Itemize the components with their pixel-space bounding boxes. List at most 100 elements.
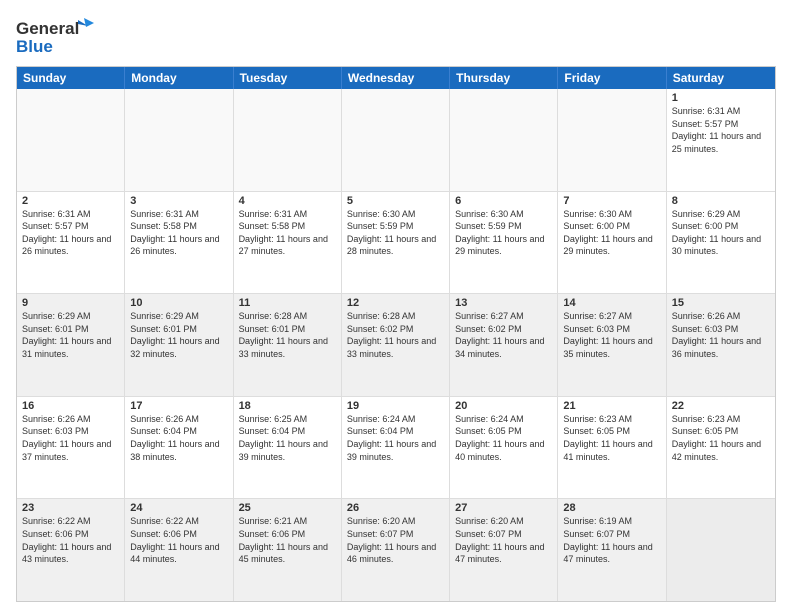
calendar-cell	[234, 89, 342, 191]
cell-daylight-text: Sunrise: 6:28 AM Sunset: 6:01 PM Dayligh…	[239, 310, 336, 360]
calendar-cell	[342, 89, 450, 191]
calendar-cell: 9Sunrise: 6:29 AM Sunset: 6:01 PM Daylig…	[17, 294, 125, 396]
calendar-cell: 1Sunrise: 6:31 AM Sunset: 5:57 PM Daylig…	[667, 89, 775, 191]
calendar-cell: 4Sunrise: 6:31 AM Sunset: 5:58 PM Daylig…	[234, 192, 342, 294]
day-number: 15	[672, 297, 770, 309]
calendar-body: 1Sunrise: 6:31 AM Sunset: 5:57 PM Daylig…	[17, 89, 775, 601]
cell-daylight-text: Sunrise: 6:30 AM Sunset: 6:00 PM Dayligh…	[563, 208, 660, 258]
calendar-cell: 17Sunrise: 6:26 AM Sunset: 6:04 PM Dayli…	[125, 397, 233, 499]
svg-text:Blue: Blue	[16, 37, 53, 56]
weekday-header: Monday	[125, 67, 233, 89]
weekday-header: Tuesday	[234, 67, 342, 89]
cell-daylight-text: Sunrise: 6:28 AM Sunset: 6:02 PM Dayligh…	[347, 310, 444, 360]
day-number: 13	[455, 297, 552, 309]
logo-svg: GeneralBlue	[16, 16, 96, 58]
calendar-cell: 27Sunrise: 6:20 AM Sunset: 6:07 PM Dayli…	[450, 499, 558, 601]
calendar-cell: 25Sunrise: 6:21 AM Sunset: 6:06 PM Dayli…	[234, 499, 342, 601]
cell-daylight-text: Sunrise: 6:31 AM Sunset: 5:58 PM Dayligh…	[239, 208, 336, 258]
calendar-cell: 20Sunrise: 6:24 AM Sunset: 6:05 PM Dayli…	[450, 397, 558, 499]
calendar-cell	[667, 499, 775, 601]
cell-daylight-text: Sunrise: 6:22 AM Sunset: 6:06 PM Dayligh…	[130, 515, 227, 565]
calendar-cell: 7Sunrise: 6:30 AM Sunset: 6:00 PM Daylig…	[558, 192, 666, 294]
calendar-header: SundayMondayTuesdayWednesdayThursdayFrid…	[17, 67, 775, 89]
calendar-row: 23Sunrise: 6:22 AM Sunset: 6:06 PM Dayli…	[17, 499, 775, 601]
calendar-row: 2Sunrise: 6:31 AM Sunset: 5:57 PM Daylig…	[17, 192, 775, 295]
day-number: 5	[347, 195, 444, 207]
cell-daylight-text: Sunrise: 6:29 AM Sunset: 6:00 PM Dayligh…	[672, 208, 770, 258]
calendar-cell: 6Sunrise: 6:30 AM Sunset: 5:59 PM Daylig…	[450, 192, 558, 294]
cell-daylight-text: Sunrise: 6:27 AM Sunset: 6:02 PM Dayligh…	[455, 310, 552, 360]
logo: GeneralBlue	[16, 16, 96, 58]
cell-daylight-text: Sunrise: 6:31 AM Sunset: 5:57 PM Dayligh…	[22, 208, 119, 258]
cell-daylight-text: Sunrise: 6:21 AM Sunset: 6:06 PM Dayligh…	[239, 515, 336, 565]
cell-daylight-text: Sunrise: 6:20 AM Sunset: 6:07 PM Dayligh…	[347, 515, 444, 565]
day-number: 20	[455, 400, 552, 412]
calendar-cell: 18Sunrise: 6:25 AM Sunset: 6:04 PM Dayli…	[234, 397, 342, 499]
day-number: 1	[672, 92, 770, 104]
header: GeneralBlue	[16, 16, 776, 58]
calendar: SundayMondayTuesdayWednesdayThursdayFrid…	[16, 66, 776, 602]
day-number: 9	[22, 297, 119, 309]
cell-daylight-text: Sunrise: 6:29 AM Sunset: 6:01 PM Dayligh…	[130, 310, 227, 360]
calendar-cell	[450, 89, 558, 191]
day-number: 18	[239, 400, 336, 412]
day-number: 16	[22, 400, 119, 412]
day-number: 7	[563, 195, 660, 207]
day-number: 24	[130, 502, 227, 514]
calendar-cell: 13Sunrise: 6:27 AM Sunset: 6:02 PM Dayli…	[450, 294, 558, 396]
calendar-row: 9Sunrise: 6:29 AM Sunset: 6:01 PM Daylig…	[17, 294, 775, 397]
calendar-cell: 12Sunrise: 6:28 AM Sunset: 6:02 PM Dayli…	[342, 294, 450, 396]
calendar-cell: 24Sunrise: 6:22 AM Sunset: 6:06 PM Dayli…	[125, 499, 233, 601]
page: GeneralBlue SundayMondayTuesdayWednesday…	[0, 0, 792, 612]
day-number: 12	[347, 297, 444, 309]
calendar-cell: 8Sunrise: 6:29 AM Sunset: 6:00 PM Daylig…	[667, 192, 775, 294]
weekday-header: Sunday	[17, 67, 125, 89]
day-number: 22	[672, 400, 770, 412]
day-number: 10	[130, 297, 227, 309]
day-number: 25	[239, 502, 336, 514]
calendar-cell: 11Sunrise: 6:28 AM Sunset: 6:01 PM Dayli…	[234, 294, 342, 396]
cell-daylight-text: Sunrise: 6:27 AM Sunset: 6:03 PM Dayligh…	[563, 310, 660, 360]
cell-daylight-text: Sunrise: 6:31 AM Sunset: 5:58 PM Dayligh…	[130, 208, 227, 258]
cell-daylight-text: Sunrise: 6:30 AM Sunset: 5:59 PM Dayligh…	[347, 208, 444, 258]
cell-daylight-text: Sunrise: 6:29 AM Sunset: 6:01 PM Dayligh…	[22, 310, 119, 360]
day-number: 21	[563, 400, 660, 412]
weekday-header: Thursday	[450, 67, 558, 89]
day-number: 19	[347, 400, 444, 412]
day-number: 2	[22, 195, 119, 207]
calendar-cell: 16Sunrise: 6:26 AM Sunset: 6:03 PM Dayli…	[17, 397, 125, 499]
calendar-cell: 26Sunrise: 6:20 AM Sunset: 6:07 PM Dayli…	[342, 499, 450, 601]
calendar-cell: 2Sunrise: 6:31 AM Sunset: 5:57 PM Daylig…	[17, 192, 125, 294]
cell-daylight-text: Sunrise: 6:26 AM Sunset: 6:04 PM Dayligh…	[130, 413, 227, 463]
calendar-cell	[17, 89, 125, 191]
day-number: 4	[239, 195, 336, 207]
calendar-cell: 21Sunrise: 6:23 AM Sunset: 6:05 PM Dayli…	[558, 397, 666, 499]
cell-daylight-text: Sunrise: 6:30 AM Sunset: 5:59 PM Dayligh…	[455, 208, 552, 258]
day-number: 11	[239, 297, 336, 309]
cell-daylight-text: Sunrise: 6:31 AM Sunset: 5:57 PM Dayligh…	[672, 105, 770, 155]
day-number: 23	[22, 502, 119, 514]
cell-daylight-text: Sunrise: 6:23 AM Sunset: 6:05 PM Dayligh…	[563, 413, 660, 463]
calendar-cell: 10Sunrise: 6:29 AM Sunset: 6:01 PM Dayli…	[125, 294, 233, 396]
cell-daylight-text: Sunrise: 6:26 AM Sunset: 6:03 PM Dayligh…	[672, 310, 770, 360]
calendar-cell: 22Sunrise: 6:23 AM Sunset: 6:05 PM Dayli…	[667, 397, 775, 499]
day-number: 8	[672, 195, 770, 207]
calendar-cell	[558, 89, 666, 191]
cell-daylight-text: Sunrise: 6:25 AM Sunset: 6:04 PM Dayligh…	[239, 413, 336, 463]
cell-daylight-text: Sunrise: 6:23 AM Sunset: 6:05 PM Dayligh…	[672, 413, 770, 463]
calendar-row: 1Sunrise: 6:31 AM Sunset: 5:57 PM Daylig…	[17, 89, 775, 192]
calendar-cell: 23Sunrise: 6:22 AM Sunset: 6:06 PM Dayli…	[17, 499, 125, 601]
weekday-header: Wednesday	[342, 67, 450, 89]
cell-daylight-text: Sunrise: 6:24 AM Sunset: 6:05 PM Dayligh…	[455, 413, 552, 463]
calendar-cell: 3Sunrise: 6:31 AM Sunset: 5:58 PM Daylig…	[125, 192, 233, 294]
cell-daylight-text: Sunrise: 6:22 AM Sunset: 6:06 PM Dayligh…	[22, 515, 119, 565]
day-number: 28	[563, 502, 660, 514]
calendar-cell: 15Sunrise: 6:26 AM Sunset: 6:03 PM Dayli…	[667, 294, 775, 396]
cell-daylight-text: Sunrise: 6:20 AM Sunset: 6:07 PM Dayligh…	[455, 515, 552, 565]
day-number: 27	[455, 502, 552, 514]
cell-daylight-text: Sunrise: 6:26 AM Sunset: 6:03 PM Dayligh…	[22, 413, 119, 463]
calendar-cell	[125, 89, 233, 191]
calendar-cell: 19Sunrise: 6:24 AM Sunset: 6:04 PM Dayli…	[342, 397, 450, 499]
calendar-row: 16Sunrise: 6:26 AM Sunset: 6:03 PM Dayli…	[17, 397, 775, 500]
svg-text:General: General	[16, 19, 79, 38]
